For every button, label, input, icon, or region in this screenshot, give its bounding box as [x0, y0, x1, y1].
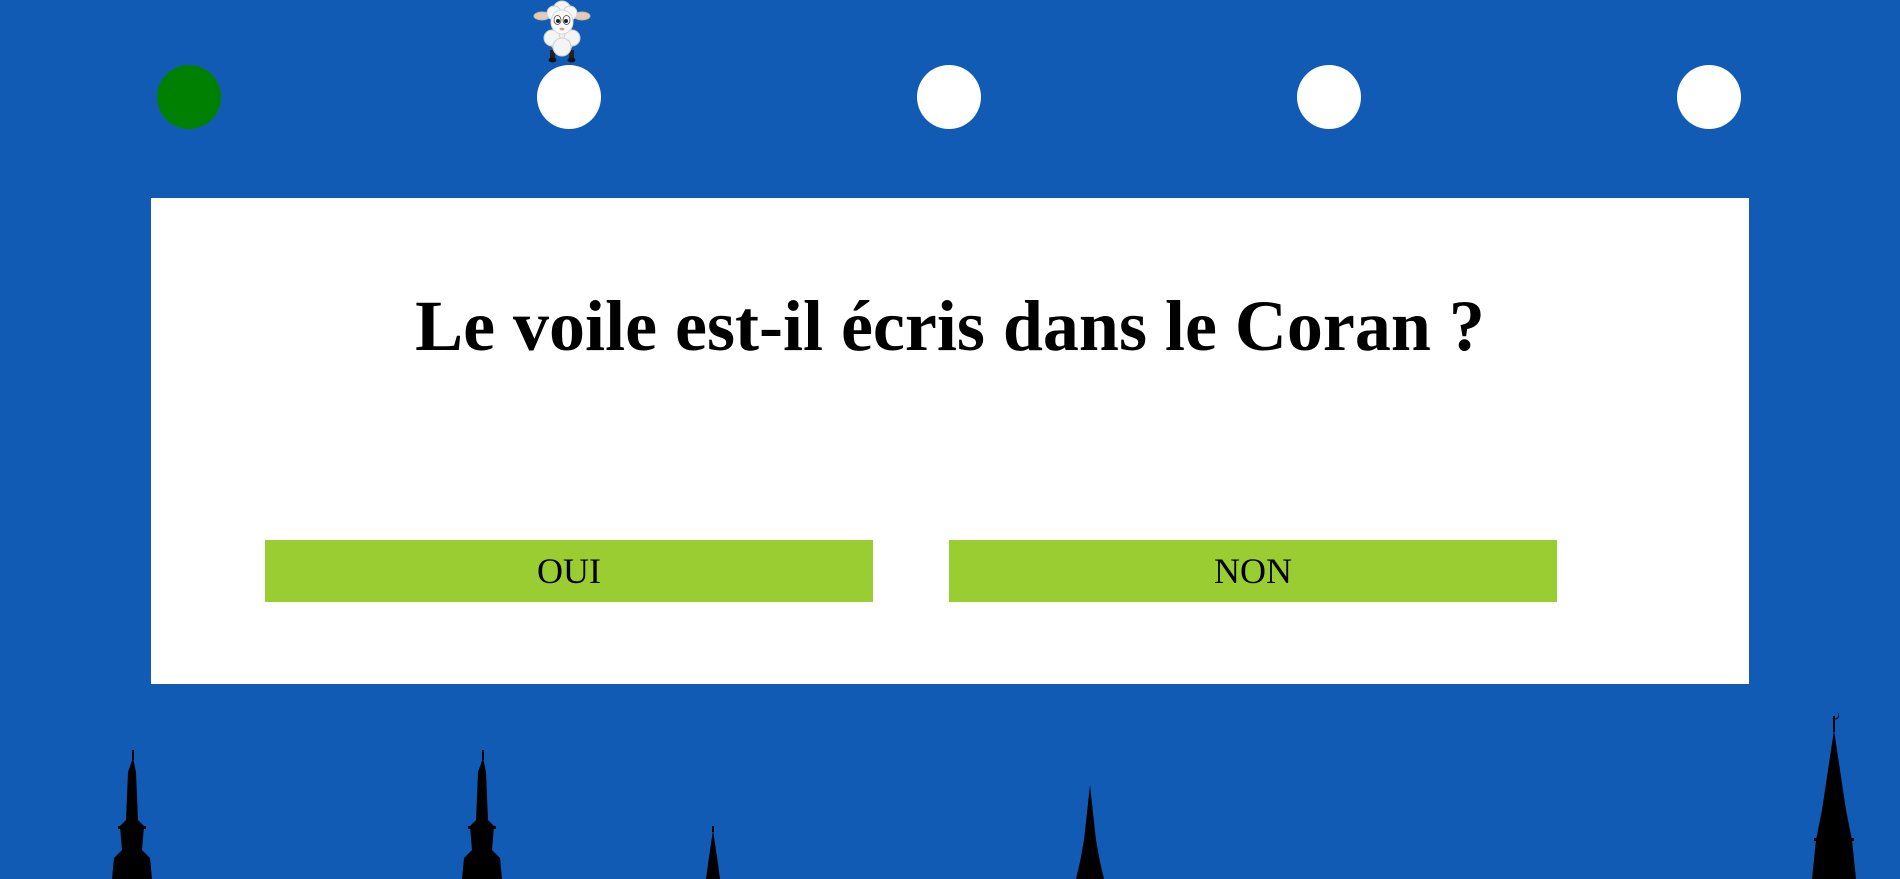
sheep-icon [533, 0, 591, 63]
question-card: Le voile est-il écris dans le Coran ? OU… [151, 198, 1749, 684]
answer-yes-button[interactable]: OUI [265, 540, 873, 602]
progress-step-1-completed [157, 65, 221, 129]
minaret-silhouette [706, 826, 720, 879]
minaret-silhouette [112, 748, 152, 879]
minaret-silhouette [1812, 712, 1856, 879]
question-title: Le voile est-il écris dans le Coran ? [415, 286, 1485, 366]
progress-step-4 [1297, 65, 1361, 129]
answer-no-button[interactable]: NON [949, 540, 1557, 602]
minaret-silhouette [1076, 785, 1104, 879]
game-stage: Le voile est-il écris dans le Coran ? OU… [0, 0, 1900, 879]
progress-step-5 [1677, 65, 1741, 129]
progress-step-2 [537, 65, 601, 129]
mosque-skyline [112, 712, 1856, 879]
progress-step-3 [917, 65, 981, 129]
minaret-silhouette [462, 748, 502, 879]
